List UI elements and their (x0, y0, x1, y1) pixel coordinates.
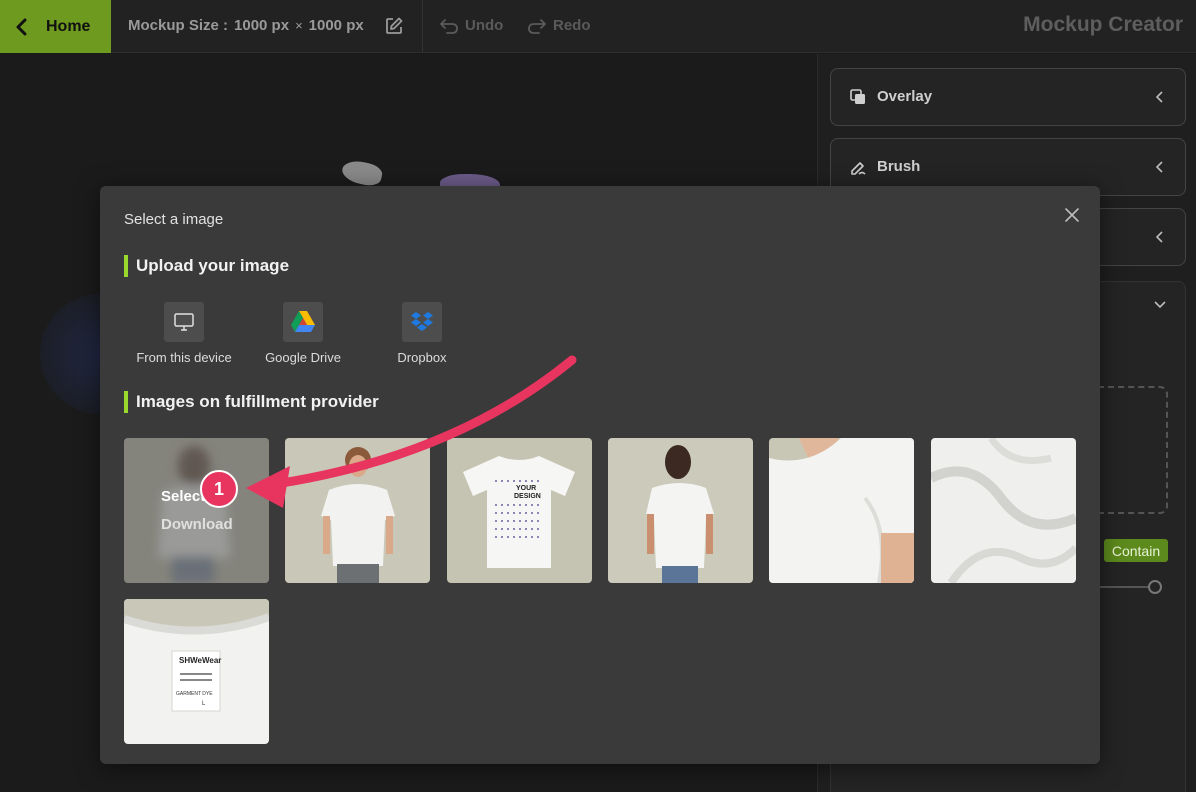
tshirt-print-text: DESIGN (514, 493, 541, 500)
google-drive-icon-box (283, 302, 323, 342)
source-dropbox[interactable]: Dropbox (362, 302, 482, 365)
source-label: From this device (136, 350, 232, 365)
provider-image-thumb[interactable] (931, 438, 1076, 583)
provider-heading-text: Images on fulfillment provider (136, 392, 379, 411)
source-from-device[interactable]: From this device (124, 302, 244, 365)
heading-accent-bar (124, 255, 128, 277)
slider-handle[interactable] (1148, 580, 1162, 594)
select-image-modal: Select a image Upload your image From th… (100, 186, 1100, 764)
image-flat-tshirt: YOUR DESIGN (447, 438, 592, 583)
select-button[interactable]: Select (161, 488, 205, 505)
overlay-card[interactable]: Overlay (830, 68, 1186, 126)
redo-label: Redo (553, 17, 591, 34)
undo-label: Undo (465, 17, 504, 34)
image-neck-tag: SHWeWear GARMENT DYE L (124, 599, 269, 744)
provider-image-thumb[interactable] (769, 438, 914, 583)
download-button[interactable]: Download (161, 516, 233, 533)
thumb-hover-overlay (124, 438, 269, 583)
dropbox-icon-box (402, 302, 442, 342)
heading-accent-bar (124, 391, 128, 413)
dropzone[interactable] (1090, 386, 1168, 514)
provider-image-thumb[interactable] (285, 438, 430, 583)
provider-image-thumb[interactable] (608, 438, 753, 583)
top-bar: Home Mockup Size : 1000 px × 1000 px Und… (0, 0, 1196, 53)
redo-button[interactable]: Redo (527, 17, 591, 34)
chevron-left-icon (1155, 231, 1163, 243)
chevron-left-icon (1155, 91, 1163, 103)
chevron-left-icon (16, 18, 27, 35)
source-google-drive[interactable]: Google Drive (243, 302, 363, 365)
image-front-model-male (285, 438, 430, 583)
image-sleeve-closeup (769, 438, 914, 583)
image-fabric-texture (931, 438, 1076, 583)
image-back-model-female (608, 438, 753, 583)
chevron-down-icon[interactable] (1153, 300, 1167, 310)
home-button[interactable]: Home (0, 0, 111, 53)
step-badge: 1 (200, 470, 238, 508)
app-title: Mockup Creator (1023, 13, 1183, 36)
google-drive-icon (291, 311, 315, 332)
provider-heading: Images on fulfillment provider (124, 391, 379, 413)
monitor-icon-box (164, 302, 204, 342)
overlay-icon (850, 89, 865, 104)
overlay-label: Overlay (877, 88, 933, 105)
contain-button[interactable]: Contain (1104, 539, 1168, 562)
upload-heading: Upload your image (124, 255, 289, 277)
undo-icon (440, 18, 458, 34)
tag-dye-text: GARMENT DYE (176, 691, 213, 697)
source-label: Dropbox (397, 350, 447, 365)
tag-brand-text: SHWeWear (179, 656, 221, 665)
mockup-height: 1000 px (308, 17, 364, 34)
topbar-divider (422, 0, 423, 53)
provider-image-thumb[interactable]: Select Download (124, 438, 269, 583)
undo-button[interactable]: Undo (439, 17, 503, 34)
mockup-size: Mockup Size : 1000 px × 1000 px (128, 17, 364, 34)
edit-icon[interactable] (384, 16, 404, 36)
home-label: Home (46, 17, 91, 35)
brush-icon (851, 162, 866, 175)
mockup-size-label: Mockup Size : (128, 17, 229, 34)
chevron-left-icon (1155, 161, 1163, 173)
upload-heading-text: Upload your image (136, 256, 290, 275)
times-sign: × (295, 18, 303, 33)
dropbox-icon (411, 312, 433, 331)
source-label: Google Drive (265, 350, 341, 365)
monitor-icon (174, 313, 194, 331)
provider-image-thumb[interactable]: SHWeWear GARMENT DYE L (124, 599, 269, 744)
modal-title: Select a image (124, 211, 224, 228)
brush-label: Brush (877, 158, 921, 175)
redo-icon (528, 18, 546, 34)
provider-image-thumb[interactable]: YOUR DESIGN (447, 438, 592, 583)
mockup-width: 1000 px (234, 17, 290, 34)
close-icon[interactable] (1063, 206, 1081, 224)
tshirt-print-text: YOUR (516, 485, 536, 492)
